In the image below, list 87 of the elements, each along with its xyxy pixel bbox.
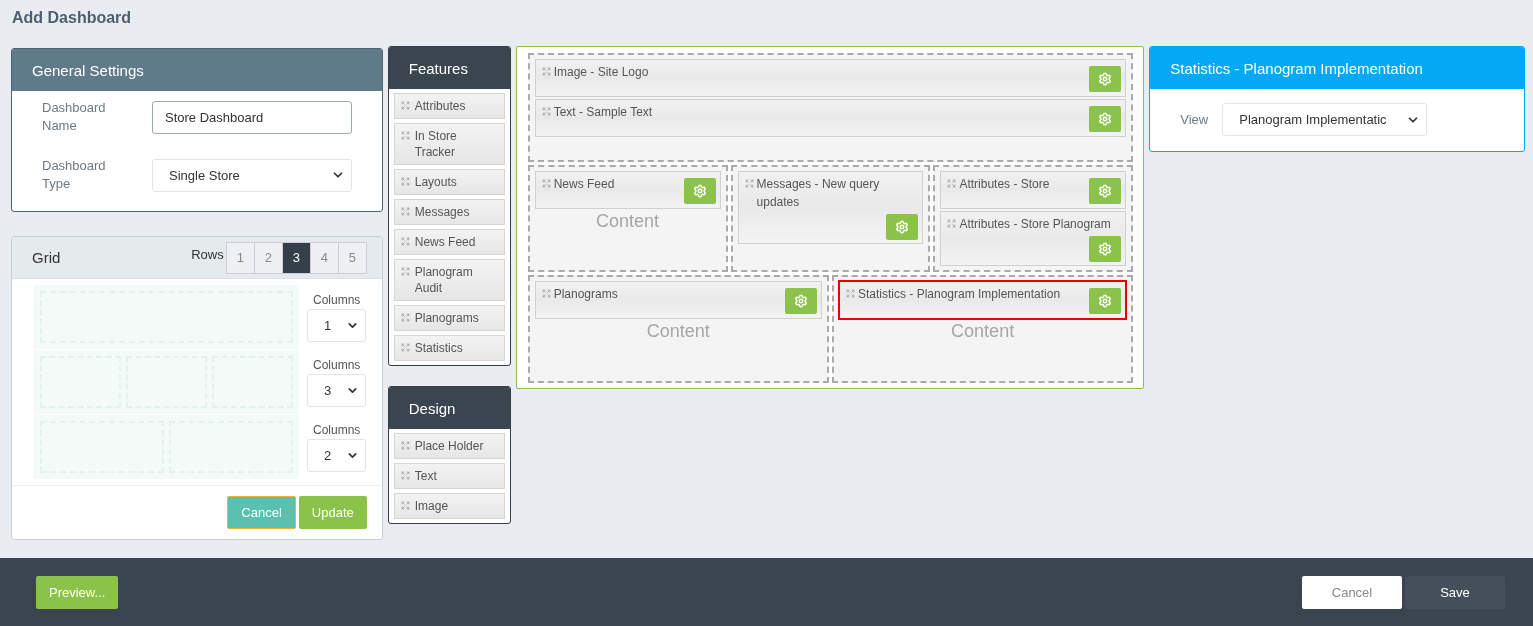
settings-button[interactable] [886,214,919,240]
row-count-button[interactable]: 3 [281,241,311,274]
panel-header: General Settings [12,49,382,91]
draggable-item[interactable]: Statistics [393,335,505,361]
move-icon [744,179,754,188]
field-label: View [1180,110,1209,129]
move-icon [400,177,410,186]
widget-title: Statistics - Planogram Implementation [857,286,1061,303]
cell-caption: Content [646,321,710,342]
draggable-item[interactable]: In Store Tracker [393,123,505,165]
settings-button[interactable] [1089,236,1122,262]
settings-button[interactable] [1089,66,1122,92]
cell-caption: Content [596,211,660,232]
move-icon [400,441,410,450]
widget[interactable]: Messages - New query updates [737,171,924,244]
widget[interactable]: Attributes - Store Planogram [940,211,1127,266]
move-icon [400,267,410,276]
widget[interactable]: Text - Sample Text [534,99,1127,137]
move-icon [947,219,957,228]
columns-select[interactable]: 1 [307,308,366,342]
columns-label: Columns [313,357,361,372]
move-icon [541,107,551,116]
draggable-item[interactable]: Layouts [393,169,505,195]
settings-button[interactable] [1089,288,1122,314]
columns-select[interactable]: 3 [307,373,366,407]
settings-button[interactable] [1089,178,1122,204]
field-label: Dashboard Type [42,157,107,193]
settings-icon [1098,112,1113,126]
widget-title: Attributes - Store [959,176,1050,193]
widget[interactable]: Planograms [534,281,822,319]
widget[interactable]: Attributes - Store [940,171,1127,209]
draggable-item[interactable]: Place Holder [393,433,505,459]
widget-title: Image - Site Logo [553,64,649,81]
settings-button[interactable] [683,178,716,204]
widget-title: News Feed [553,176,615,193]
draggable-item[interactable]: Attributes [393,93,505,119]
draggable-item[interactable]: News Feed [393,229,505,255]
move-icon [400,471,410,480]
cell-caption: Content [951,321,1015,342]
move-icon [400,237,410,246]
widget[interactable]: Statistics - Planogram Implementation [838,281,1127,319]
widget[interactable]: News Feed [534,171,721,209]
move-icon [947,179,957,188]
draggable-item[interactable]: Image [393,493,505,519]
move-icon [400,343,410,352]
settings-button[interactable] [1089,106,1122,132]
page-title: Add Dashboard [11,8,133,28]
move-icon [541,289,551,298]
move-icon [400,101,410,110]
settings-icon [692,184,707,198]
settings-icon [1098,294,1113,308]
draggable-item[interactable]: Planogram Audit [393,259,505,301]
move-icon [400,207,410,216]
draggable-item[interactable]: Planograms [393,305,505,331]
move-icon [400,313,410,322]
widget-title: Planograms [553,286,618,303]
cancel-button[interactable]: Cancel [1302,575,1402,609]
columns-label: Columns [313,292,361,307]
move-icon [541,67,551,76]
settings-icon [895,220,910,234]
settings-icon [793,294,808,308]
widget-title: Messages - New query updates [756,176,881,211]
draggable-item[interactable]: Messages [393,199,505,225]
move-icon [845,289,855,298]
panel-header: Features [388,47,510,89]
rows-label: Rows [191,247,224,262]
draggable-item[interactable]: Text [393,463,505,489]
widget-title: Text - Sample Text [553,104,653,121]
move-icon [400,501,410,510]
save-button[interactable]: Save [1405,575,1505,609]
select-field[interactable]: Planogram Implementatic [1222,103,1428,136]
widget[interactable]: Image - Site Logo [534,59,1127,97]
columns-select[interactable]: 2 [307,438,366,472]
text-field[interactable]: Store Dashboard [152,100,352,134]
columns-label: Columns [313,422,361,437]
panel-header: Design [388,387,510,429]
move-icon [400,131,410,140]
panel-title: Grid [32,249,62,266]
field-label: Dashboard Name [42,99,107,135]
select-field[interactable]: Single Store [152,158,352,192]
widget-title: Attributes - Store Planogram [959,216,1111,233]
move-icon [541,179,551,188]
settings-button[interactable] [784,288,817,314]
settings-icon [1098,72,1113,86]
panel-header: Statistics - Planogram Implementation [1150,47,1524,89]
settings-icon [1098,184,1113,198]
settings-icon [1098,242,1113,256]
